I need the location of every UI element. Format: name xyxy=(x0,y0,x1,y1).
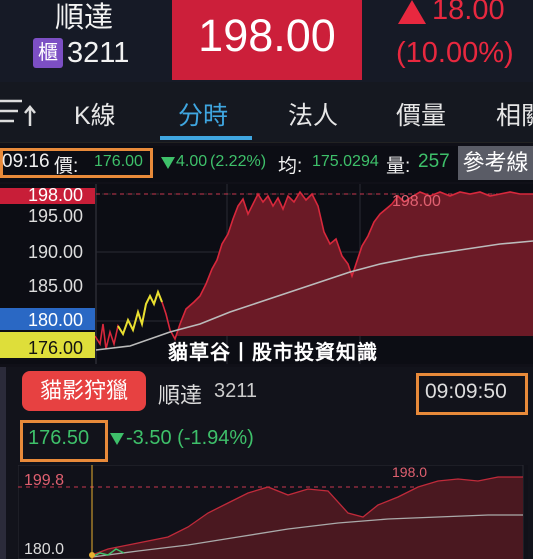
down-arrow-icon xyxy=(110,433,124,445)
panel-y-bottom: 180.0 xyxy=(24,541,64,558)
panel-y-top: 199.8 xyxy=(24,472,64,489)
panel-change-value: -3.50 xyxy=(126,427,172,449)
tab-related[interactable]: 相關 xyxy=(496,96,533,132)
stock-code: 3211 xyxy=(67,37,130,69)
active-tab-indicator xyxy=(160,136,252,140)
cursor-time: 09:16 xyxy=(2,151,50,172)
avg-price: 175.0294 xyxy=(312,153,379,170)
cursor-change: 4.00 xyxy=(176,153,208,170)
up-arrow-icon xyxy=(398,0,426,24)
market-badge: 櫃 xyxy=(33,38,63,68)
y-tick-185: 185.00 xyxy=(28,276,83,296)
price-box: 198.00 xyxy=(172,0,362,80)
panel-intraday-chart[interactable]: 199.8 180.0 198.0 xyxy=(18,465,528,559)
limit-up-label: 198.00 xyxy=(392,193,441,210)
panel-limit-label: 198.0 xyxy=(392,465,427,480)
last-price: 198.00 xyxy=(198,10,336,61)
cursor-change-percent: (2.22%) xyxy=(210,153,267,170)
y-tick-190: 190.00 xyxy=(28,242,83,262)
tab-kline[interactable]: K線 xyxy=(74,96,116,132)
price-change-percent: (10.00%) xyxy=(396,37,514,69)
panel-stock-code: 3211 xyxy=(214,380,258,402)
y-tick-176: 176.00 xyxy=(28,338,83,358)
panel-price: 176.50 xyxy=(28,427,90,449)
down-arrow-icon xyxy=(161,157,175,169)
cat-shadow-hunt-button[interactable]: 貓影狩獵 xyxy=(22,371,146,411)
tab-intraday[interactable]: 分時 xyxy=(178,96,228,132)
watermark: 貓草谷丨股市投資知識 xyxy=(168,342,378,364)
panel-stock-name: 順達 xyxy=(158,383,203,408)
reference-line-button[interactable]: 參考線 xyxy=(458,146,533,180)
cursor-price: 176.00 xyxy=(94,153,143,170)
price-change: 18.00 xyxy=(432,0,505,26)
y-tick-180: 180.00 xyxy=(28,310,83,330)
y-tick-195: 195.00 xyxy=(28,206,83,226)
menu-sort-icon[interactable] xyxy=(0,96,40,130)
stock-name: 順達 xyxy=(55,2,114,34)
panel-edge xyxy=(0,367,6,559)
panel-change-percent: (-1.94%) xyxy=(177,427,254,449)
avg-label: 均: xyxy=(278,156,303,177)
price-label: 價: xyxy=(54,156,79,177)
panel-change: -3.50 (-1.94%) xyxy=(126,427,254,450)
volume-label: 量: xyxy=(386,156,411,177)
tab-price-volume[interactable]: 價量 xyxy=(396,96,446,132)
panel-time: 09:09:50 xyxy=(425,380,507,403)
y-tick-198: 198.00 xyxy=(28,185,83,205)
tab-institutional[interactable]: 法人 xyxy=(288,96,338,132)
volume-value: 257 xyxy=(418,151,450,172)
